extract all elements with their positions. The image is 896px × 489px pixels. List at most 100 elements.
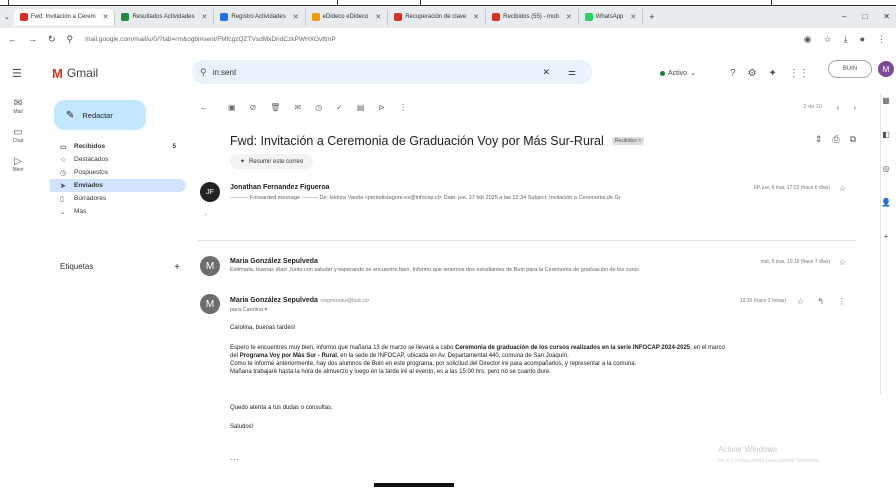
forward-icon[interactable]: → bbox=[28, 34, 37, 45]
label-icon[interactable]: ⊳ bbox=[378, 103, 385, 112]
account-avatar[interactable]: M bbox=[878, 61, 894, 77]
browser-tab[interactable]: Fwd: Invitación a Cerem ✕ bbox=[13, 9, 116, 25]
scrollbar-thumb[interactable] bbox=[374, 483, 454, 487]
close-tab-icon[interactable]: ✕ bbox=[103, 13, 109, 21]
browser-tab[interactable]: Registro Actividades ✕ bbox=[214, 9, 306, 25]
body-paragraph: Como te informé anteriormente, hay dos a… bbox=[230, 361, 637, 367]
star-icon[interactable]: ☆ bbox=[797, 297, 804, 306]
windows-activation-title: Activar Windows bbox=[718, 445, 778, 454]
snooze-icon[interactable]: ◷ bbox=[315, 103, 322, 112]
profile-icon[interactable]: ● bbox=[860, 34, 865, 45]
gemini-sparkle-icon[interactable]: ✦ bbox=[769, 68, 777, 79]
move-to-icon[interactable]: ▤ bbox=[357, 103, 365, 112]
contacts-icon[interactable]: 👤 bbox=[876, 198, 896, 207]
newer-icon[interactable]: ‹ bbox=[837, 103, 840, 112]
compose-button[interactable]: ✎ Redactar bbox=[54, 100, 146, 130]
tab-list-chevron-icon[interactable]: ⌄ bbox=[4, 13, 10, 21]
site-info-icon[interactable]: ⚲ bbox=[67, 34, 74, 45]
reply-icon[interactable]: ↰ bbox=[817, 297, 824, 306]
message-greeting: Carolina, buenas tardes! bbox=[230, 325, 296, 331]
label-chip-recibidos[interactable]: Recibidos × bbox=[611, 137, 645, 145]
tasks-icon[interactable]: ◎ bbox=[876, 164, 896, 173]
reload-icon[interactable]: ↻ bbox=[48, 34, 56, 45]
close-window-button[interactable]: ✕ bbox=[883, 12, 890, 21]
archive-icon[interactable]: ▣ bbox=[228, 103, 236, 112]
url-field[interactable]: mail.google.com/mail/u/0/?tab=rm&ogbl#se… bbox=[85, 36, 336, 43]
labels-title: Etiquetas bbox=[60, 262, 94, 271]
recipients-toggle[interactable]: para Carolina ▾ bbox=[230, 307, 267, 313]
settings-gear-icon[interactable]: ⚙ bbox=[748, 68, 757, 79]
search-filter-icon[interactable]: ⚌ bbox=[568, 67, 576, 78]
message-collapsed[interactable]: JF Jonathan Fernandez Figueroa ---------… bbox=[198, 182, 856, 222]
help-icon[interactable]: ? bbox=[730, 68, 736, 79]
star-icon[interactable]: ☆ bbox=[839, 184, 846, 193]
rail-item-mail[interactable]: ✉ Mail bbox=[0, 98, 36, 115]
sparkle-icon: ✦ bbox=[240, 159, 246, 165]
clear-search-icon[interactable]: ✕ bbox=[542, 67, 550, 78]
labels-header: Etiquetas + bbox=[60, 262, 180, 273]
new-tab-button[interactable]: + bbox=[649, 12, 654, 22]
browser-tab[interactable]: eDideco eDideco ✕ bbox=[306, 9, 389, 25]
maximize-button[interactable]: □ bbox=[862, 12, 867, 21]
thread-toolbar: ← ▣ ⊘ 🗑 ✉ ◷ ✓ ▤ ⊳ ⋮ 2 de 10 ‹ › bbox=[188, 98, 866, 116]
sidebar-item-enviados[interactable]: ➤ Enviados bbox=[50, 179, 186, 192]
apps-grid-icon[interactable]: ⋮⋮ bbox=[789, 68, 809, 79]
browser-menu-icon[interactable]: ⋮ bbox=[877, 34, 886, 45]
close-tab-icon[interactable]: ✕ bbox=[293, 13, 299, 21]
calendar-icon[interactable]: ▦ bbox=[876, 96, 896, 105]
rail-item-chat[interactable]: ▭ Chat bbox=[0, 127, 36, 144]
add-label-icon[interactable]: + bbox=[174, 262, 180, 273]
browser-tab[interactable]: WhatsApp ✕ bbox=[579, 9, 644, 25]
back-to-list-icon[interactable]: ← bbox=[200, 103, 208, 112]
show-trimmed-content-button[interactable]: ··· bbox=[230, 454, 239, 464]
close-tab-icon[interactable]: ✕ bbox=[630, 13, 636, 21]
print-icon[interactable]: ⎙ bbox=[832, 134, 839, 145]
back-icon[interactable]: ← bbox=[8, 34, 17, 45]
close-tab-icon[interactable]: ✕ bbox=[375, 13, 381, 21]
status-selector[interactable]: Activo ⌄ bbox=[660, 69, 696, 77]
org-brand-badge[interactable]: BUIN bbox=[828, 60, 872, 78]
browser-tab[interactable]: Recuperación de clave ✕ bbox=[388, 9, 487, 25]
expand-all-icon[interactable]: ⇕ bbox=[815, 134, 823, 145]
keep-icon[interactable]: ◧ bbox=[876, 130, 896, 139]
extension-icon[interactable]: ◉ bbox=[804, 34, 812, 45]
more-actions-icon[interactable]: ⋮ bbox=[399, 103, 407, 112]
open-new-window-icon[interactable]: ⧉ bbox=[850, 134, 856, 145]
subject-actions: ⇕ ⎙ ⧉ bbox=[815, 134, 856, 145]
bookmark-star-icon[interactable]: ☆ bbox=[824, 34, 832, 45]
download-icon[interactable]: ⤓ bbox=[844, 34, 848, 45]
browser-tab[interactable]: Recibidos (55) - mob ✕ bbox=[486, 9, 579, 25]
search-bar[interactable]: ⚲ in:sent ✕ ⚌ bbox=[192, 60, 592, 84]
sidebar-item-más[interactable]: ⌄ Más bbox=[50, 205, 186, 218]
main-menu-icon[interactable]: ☰ bbox=[12, 67, 22, 80]
add-addon-icon[interactable]: + bbox=[876, 232, 896, 241]
close-tab-icon[interactable]: ✕ bbox=[202, 13, 208, 21]
summarize-label: Resumir este correo bbox=[249, 158, 304, 165]
search-input[interactable]: in:sent bbox=[213, 68, 237, 77]
sidebar-item-pospuestos[interactable]: ◷ Pospuestos bbox=[50, 166, 186, 179]
close-tab-icon[interactable]: ✕ bbox=[566, 13, 572, 21]
message-collapsed[interactable]: M Maria González Sepulveda Estimada, bue… bbox=[198, 256, 856, 278]
window-controls: – □ ✕ bbox=[842, 12, 890, 21]
sidebar-item-destacados[interactable]: ☆ Destacados bbox=[50, 153, 186, 166]
delete-icon[interactable]: 🗑 bbox=[270, 103, 280, 112]
rail-item-meet[interactable]: ▷ Meet bbox=[0, 156, 36, 173]
tab-label: Fwd: Invitación a Cerem bbox=[30, 14, 96, 20]
sidebar-item-recibidos[interactable]: ▭ Recibidos 5 bbox=[50, 140, 186, 153]
star-icon[interactable]: ☆ bbox=[839, 258, 846, 267]
close-tab-icon[interactable]: ✕ bbox=[473, 13, 479, 21]
gmail-logo[interactable]: M Gmail bbox=[52, 66, 98, 81]
browser-tab[interactable]: Resultados Actividades ✕ bbox=[115, 9, 215, 25]
summarize-button[interactable]: ✦ Resumir este correo bbox=[230, 154, 314, 169]
minimize-button[interactable]: – bbox=[842, 12, 846, 21]
subject-text: Fwd: Invitación a Ceremonia de Graduació… bbox=[230, 134, 604, 148]
mark-unread-icon[interactable]: ✉ bbox=[294, 103, 301, 112]
add-task-icon[interactable]: ✓ bbox=[336, 103, 343, 112]
older-icon[interactable]: › bbox=[853, 103, 856, 112]
sidebar-item-label: Borradores bbox=[74, 195, 107, 202]
report-spam-icon[interactable]: ⊘ bbox=[250, 103, 257, 112]
sidebar-item-label: Más bbox=[74, 208, 87, 215]
sidebar-item-borradores[interactable]: ▯ Borradores bbox=[50, 192, 186, 205]
more-options-icon[interactable]: ⋮ bbox=[838, 297, 846, 306]
search-icon[interactable]: ⚲ bbox=[200, 67, 207, 78]
